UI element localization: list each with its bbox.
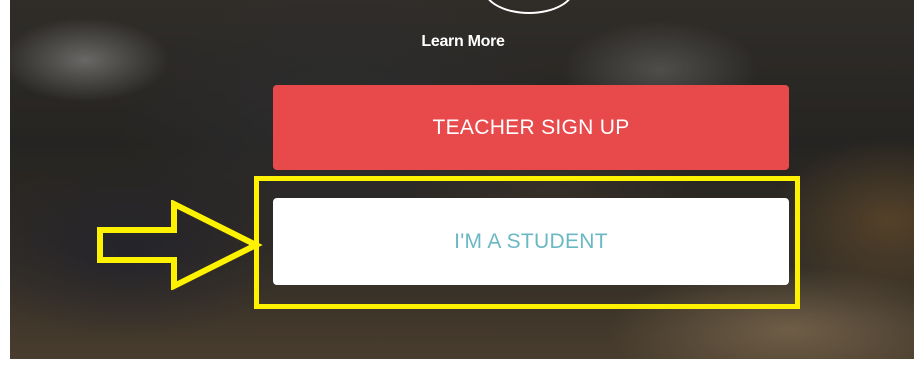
learn-more-link[interactable]: Learn More: [0, 33, 914, 51]
teacher-signup-label: TEACHER SIGN UP: [432, 115, 630, 139]
signup-landing: Learn More TEACHER SIGN UP I'M A STUDENT: [0, 0, 914, 371]
arrow-right-icon: [97, 200, 263, 290]
highlight-annotation-box: [254, 176, 800, 309]
teacher-signup-button[interactable]: TEACHER SIGN UP: [273, 85, 789, 170]
